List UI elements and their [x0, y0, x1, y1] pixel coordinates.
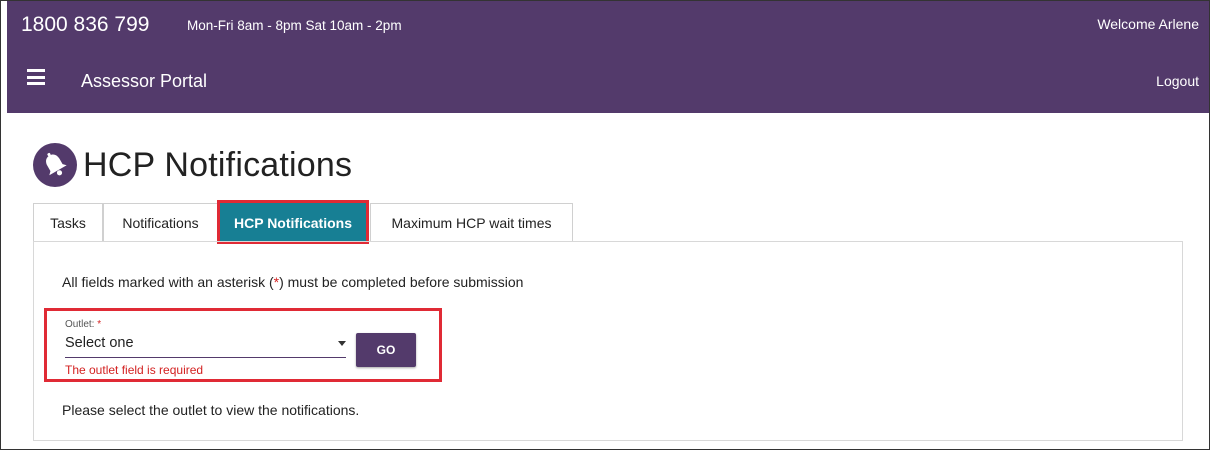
page-title: HCP Notifications: [83, 145, 353, 184]
instructions-prefix: All fields marked with an asterisk (: [62, 274, 274, 290]
tab-tasks[interactable]: Tasks: [33, 203, 103, 241]
chevron-down-icon[interactable]: [338, 341, 346, 346]
welcome-message: Welcome Arlene: [1097, 16, 1199, 32]
content-panel: All fields marked with an asterisk ( * ) m…: [33, 241, 1183, 441]
logout-link[interactable]: Logout: [1156, 73, 1199, 89]
bell-icon: [33, 143, 77, 187]
outlet-label: Outlet: *: [65, 319, 102, 330]
tab-maximum-hcp-wait-times[interactable]: Maximum HCP wait times: [370, 203, 573, 241]
active-tab-highlight: [217, 200, 369, 244]
required-marker: *: [97, 319, 102, 330]
form-instructions: All fields marked with an asterisk (*) m…: [62, 274, 523, 290]
top-bar: 1800 836 799 Mon-Fri 8am - 8pm Sat 10am …: [7, 1, 1209, 113]
opening-hours: Mon-Fri 8am - 8pm Sat 10am - 2pm: [187, 18, 402, 33]
outlet-select[interactable]: Select one: [65, 335, 346, 358]
phone-number[interactable]: 1800 836 799: [21, 13, 149, 37]
tab-notifications[interactable]: Notifications: [103, 203, 218, 241]
hamburger-menu-icon[interactable]: [27, 69, 45, 85]
instructions-suffix: ) must be completed before submission: [279, 274, 524, 290]
select-outlet-hint: Please select the outlet to view the not…: [62, 402, 360, 418]
outlet-error-message: The outlet field is required: [65, 363, 204, 377]
portal-title[interactable]: Assessor Portal: [81, 71, 207, 92]
outlet-select-value: Select one: [65, 335, 134, 351]
page-heading: HCP Notifications: [33, 141, 352, 189]
go-button[interactable]: GO: [356, 333, 416, 367]
outlet-field-highlight: Outlet: * Select one The outlet field is…: [44, 308, 442, 382]
browser-frame: 1800 836 799 Mon-Fri 8am - 8pm Sat 10am …: [0, 0, 1210, 450]
